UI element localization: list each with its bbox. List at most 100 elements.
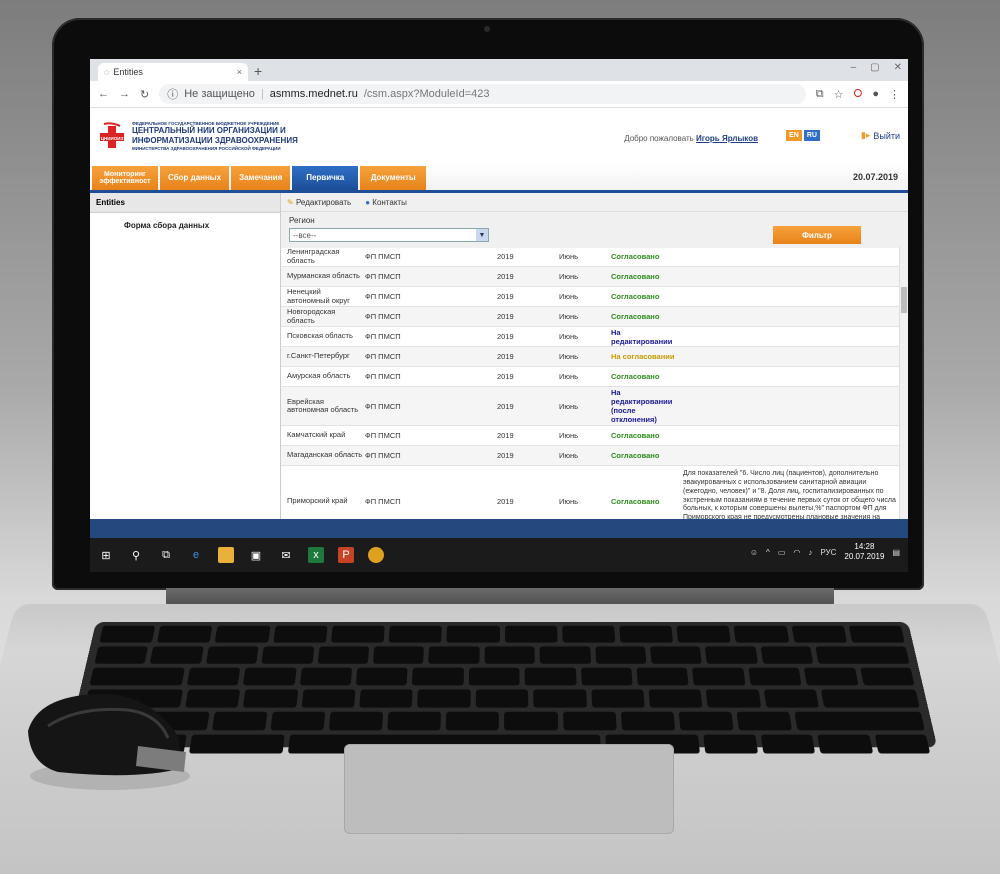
cell-form: ФП ПМСП bbox=[365, 352, 401, 361]
opera-icon[interactable]: ⭘ bbox=[854, 88, 863, 101]
keyboard-lang[interactable]: РУС bbox=[820, 548, 836, 557]
clock[interactable]: 14:28 20.07.2019 bbox=[844, 542, 884, 563]
cell-year: 2019 bbox=[497, 332, 514, 341]
menu-remarks[interactable]: Замечания bbox=[231, 166, 291, 190]
cell-form: ФП ПМСП bbox=[365, 292, 401, 301]
lang-en-button[interactable]: EN bbox=[786, 130, 802, 141]
notifications-icon[interactable]: ▤ bbox=[892, 548, 900, 557]
user-name-link[interactable]: Игорь Ярлыков bbox=[696, 134, 758, 143]
mail-icon[interactable]: ✉ bbox=[278, 547, 294, 563]
main-menu: Мониторинг эффективност Сбор данных Заме… bbox=[90, 164, 908, 193]
search-icon[interactable]: ⚲ bbox=[128, 547, 144, 563]
edit-button[interactable]: ✎ Редактировать bbox=[287, 198, 351, 207]
menu-data-collection[interactable]: Сбор данных bbox=[160, 166, 230, 190]
site-logo[interactable]: ЦНИИОИЗ ФЕДЕРАЛЬНОЕ ГОСУДАРСТВЕННОЕ БЮДЖ… bbox=[98, 121, 302, 151]
tab-title: Entities bbox=[113, 67, 143, 77]
webcam bbox=[484, 26, 490, 32]
chrome-icon[interactable] bbox=[368, 547, 384, 563]
battery-icon[interactable]: ▭ bbox=[778, 548, 786, 557]
menu-primary[interactable]: Первичка bbox=[292, 166, 359, 190]
minimize-icon[interactable]: – bbox=[851, 62, 857, 73]
logout-button[interactable]: ▮▸ Выйти bbox=[861, 130, 900, 141]
cell-region: Магаданская область bbox=[287, 450, 363, 460]
powerpoint-icon[interactable]: P bbox=[338, 547, 354, 563]
cell-year: 2019 bbox=[497, 312, 514, 321]
file-explorer-icon[interactable] bbox=[218, 547, 234, 563]
new-tab-button[interactable]: + bbox=[254, 63, 262, 79]
bookmark-star-icon[interactable]: ☆ bbox=[834, 88, 844, 101]
people-icon[interactable]: ☺ bbox=[750, 548, 758, 557]
back-icon[interactable]: ← bbox=[98, 88, 109, 100]
close-window-icon[interactable]: ✕ bbox=[894, 62, 902, 73]
cell-year: 2019 bbox=[497, 292, 514, 301]
table-row[interactable]: Псковская область ФП ПМСП 2019 Июнь На редак… bbox=[281, 327, 900, 347]
trackpad bbox=[344, 744, 674, 834]
clock-date: 20.07.2019 bbox=[844, 552, 885, 562]
region-label: Регион bbox=[289, 216, 315, 225]
cell-region: Амурская область bbox=[287, 371, 351, 381]
show-hidden-icon[interactable]: ^ bbox=[766, 548, 770, 557]
cell-region: Приморский край bbox=[287, 495, 348, 505]
browser-tab[interactable]: ◌ Entities × bbox=[98, 63, 248, 81]
translate-icon[interactable]: ⧉ bbox=[816, 88, 824, 101]
close-icon[interactable]: × bbox=[237, 67, 242, 77]
menu-dots-icon[interactable]: ⋮ bbox=[889, 88, 900, 101]
cell-region: Новгородская область bbox=[287, 307, 336, 325]
maximize-icon[interactable]: ▢ bbox=[870, 62, 879, 73]
volume-icon[interactable]: ♪ bbox=[808, 548, 812, 557]
url-input[interactable]: ⓘ Не защищено | asmms.mednet.ru/csm.aspx… bbox=[159, 84, 806, 104]
chevron-down-icon: ▼ bbox=[476, 229, 488, 241]
sidebar-item-data-form[interactable]: Форма сбора данных bbox=[90, 213, 280, 230]
menu-monitoring[interactable]: Мониторинг эффективност bbox=[92, 166, 158, 190]
task-view-icon[interactable]: ⧉ bbox=[158, 547, 174, 563]
cell-year: 2019 bbox=[497, 372, 514, 381]
table-row[interactable]: Ненецкий автономный округ ФП ПМСП 2019 Июнь… bbox=[281, 287, 900, 307]
wifi-icon[interactable]: ◠ bbox=[793, 548, 800, 557]
cell-month: Июнь bbox=[559, 431, 579, 440]
logout-icon: ▮▸ bbox=[860, 130, 871, 140]
table-row[interactable]: Приморский край ФП ПМСП 2019 Июнь Согласован… bbox=[281, 466, 900, 523]
cell-region: Камчатский край bbox=[287, 430, 346, 440]
windows-start-icon[interactable]: ⊞ bbox=[98, 547, 114, 563]
table-row[interactable]: Амурская область ФП ПМСП 2019 Июнь Согласова… bbox=[281, 367, 900, 387]
forward-icon[interactable]: → bbox=[119, 88, 130, 100]
region-select[interactable]: --все-- ▼ bbox=[289, 228, 489, 242]
table-row[interactable]: Камчатский край ФП ПМСП 2019 Июнь Согласован… bbox=[281, 426, 900, 446]
cell-region: Ленинградская область bbox=[287, 247, 340, 265]
cell-status: Согласовано bbox=[611, 252, 660, 261]
table-row[interactable]: г.Санкт-Петербург ФП ПМСП 2019 Июнь На согла… bbox=[281, 347, 900, 367]
edge-icon[interactable]: e bbox=[188, 547, 204, 563]
lang-ru-button[interactable]: RU bbox=[803, 130, 820, 141]
menu-documents[interactable]: Документы bbox=[360, 166, 427, 190]
table-row[interactable]: Магаданская область ФП ПМСП 2019 Июнь Соглас… bbox=[281, 446, 900, 466]
logo-badge: ЦНИИОИЗ bbox=[101, 136, 124, 141]
cell-comment: Для показателей "6. Число лиц (пациентов… bbox=[683, 470, 896, 523]
store-icon[interactable]: ▣ bbox=[248, 547, 264, 563]
table-row[interactable]: Ленинградская область ФП ПМСП 2019 Июнь Согл… bbox=[281, 247, 900, 267]
cell-month: Июнь bbox=[559, 272, 579, 281]
cell-form: ФП ПМСП bbox=[365, 431, 401, 440]
main-panel: ✎ Редактировать ● Контакты Регион --все-… bbox=[281, 193, 908, 523]
cell-month: Июнь bbox=[559, 401, 579, 411]
cell-status: Согласовано bbox=[611, 431, 660, 440]
info-icon: ⓘ bbox=[167, 89, 179, 101]
table-row[interactable]: Мурманская область ФП ПМСП 2019 Июнь Согласо… bbox=[281, 267, 900, 287]
logo-line4: МИНИСТЕРСТВА ЗДРАВООХРАНЕНИЯ РОССИЙСКОЙ … bbox=[132, 145, 281, 151]
profile-icon[interactable]: ● bbox=[872, 88, 879, 100]
scrollbar-thumb[interactable] bbox=[901, 287, 907, 313]
windows-taskbar: ⊞ ⚲ ⧉ e ▣ ✉ x P ☺ ^ ▭ ◠ ♪ РУС 14:28 20.0… bbox=[90, 538, 908, 572]
url-host: asmms.mednet.ru bbox=[269, 88, 358, 100]
table-row[interactable]: Новгородская область ФП ПМСП 2019 Июнь Согла… bbox=[281, 307, 900, 327]
page-content: Entities Форма сбора данных ✎ Редактиров… bbox=[90, 193, 908, 523]
cell-year: 2019 bbox=[497, 352, 514, 361]
cell-status: Согласовано bbox=[611, 496, 660, 506]
contacts-button[interactable]: ● Контакты bbox=[365, 198, 407, 207]
globe-icon: ◌ bbox=[104, 67, 110, 77]
filter-button[interactable]: Фильтр bbox=[773, 226, 861, 244]
logo-line3: ИНФОРМАТИЗАЦИИ ЗДРАВООХРАНЕНИЯ bbox=[132, 136, 298, 145]
table-row[interactable]: Еврейская автономная область ФП ПМСП 2019 И… bbox=[281, 387, 900, 426]
cell-month: Июнь bbox=[559, 372, 579, 381]
reload-icon[interactable]: ↻ bbox=[140, 88, 149, 101]
table-scrollbar[interactable] bbox=[899, 247, 908, 523]
excel-icon[interactable]: x bbox=[308, 547, 324, 563]
